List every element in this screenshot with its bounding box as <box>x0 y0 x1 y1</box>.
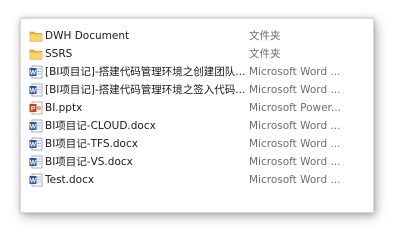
file-name: [BI项目记]-搭建代码管理环境之创建团队... <box>45 66 245 78</box>
file-row[interactable]: W BI项目记-CLOUD.docx Microsoft Word ... <box>21 117 373 135</box>
file-name: BI项目记-TFS.docx <box>45 138 138 150</box>
file-row[interactable]: W BI项目记-TFS.docx Microsoft Word ... <box>21 135 373 153</box>
word-document-icon: W <box>29 155 43 169</box>
svg-text:W: W <box>30 70 37 77</box>
file-name: DWH Document <box>45 30 130 42</box>
file-name: BI项目记-CLOUD.docx <box>45 120 156 132</box>
file-row[interactable]: W [BI项目记]-搭建代码管理环境之创建团队... Microsoft Wor… <box>21 63 373 81</box>
file-row[interactable]: W BI项目记-VS.docx Microsoft Word ... <box>21 153 373 171</box>
file-name: BI项目记-VS.docx <box>45 156 133 168</box>
word-document-icon: W <box>29 119 43 133</box>
svg-text:W: W <box>30 124 37 131</box>
word-document-icon: W <box>29 137 43 151</box>
file-row[interactable]: P BI.pptx Microsoft Power... <box>21 99 373 117</box>
svg-text:W: W <box>30 88 37 95</box>
svg-text:P: P <box>31 106 36 113</box>
file-type: Microsoft Word ... <box>249 84 341 96</box>
file-type: 文件夹 <box>249 30 281 42</box>
file-name: BI.pptx <box>45 102 83 114</box>
word-document-icon: W <box>29 83 43 97</box>
word-document-icon: W <box>29 65 43 79</box>
file-type: Microsoft Word ... <box>249 66 341 78</box>
svg-text:W: W <box>30 142 37 149</box>
file-type: Microsoft Word ... <box>249 156 341 168</box>
powerpoint-document-icon: P <box>29 101 43 115</box>
file-row[interactable]: W Test.docx Microsoft Word ... <box>21 171 373 189</box>
folder-icon <box>29 49 43 60</box>
file-name: Test.docx <box>45 174 95 186</box>
svg-text:W: W <box>30 178 37 185</box>
file-row[interactable]: DWH Document 文件夹 <box>21 27 373 45</box>
file-type: 文件夹 <box>249 48 281 60</box>
word-document-icon: W <box>29 173 43 187</box>
file-type: Microsoft Word ... <box>249 120 341 132</box>
file-type: Microsoft Power... <box>249 102 341 114</box>
file-row[interactable]: SSRS 文件夹 <box>21 45 373 63</box>
svg-text:W: W <box>30 160 37 167</box>
file-name: SSRS <box>45 48 73 60</box>
file-list-panel: DWH Document 文件夹 SSRS 文件夹 W [BI项目记]-搭建代码… <box>20 18 374 213</box>
file-type: Microsoft Word ... <box>249 138 341 150</box>
file-name: [BI项目记]-搭建代码管理环境之签入代码... <box>45 84 245 96</box>
folder-icon <box>29 31 43 42</box>
file-type: Microsoft Word ... <box>249 174 341 186</box>
file-row[interactable]: W [BI项目记]-搭建代码管理环境之签入代码... Microsoft Wor… <box>21 81 373 99</box>
